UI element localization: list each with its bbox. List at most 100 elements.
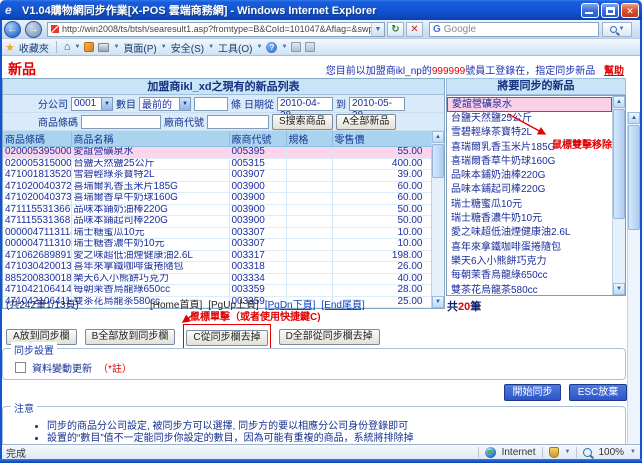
minimize-button[interactable]: [581, 3, 599, 18]
filter-row-2: 商品條碼 廠商代號 S搜索商品 A全部新品: [3, 113, 444, 131]
column-header: 廠商代號: [229, 131, 286, 147]
sync-action-button[interactable]: C從同步欄去掉: [186, 330, 267, 346]
scroll-down-icon[interactable]: ▼: [432, 296, 444, 308]
cell-barcode: 4710200403728: [3, 181, 71, 193]
home-icon[interactable]: ⌂: [64, 41, 71, 53]
address-input[interactable]: http://win2008/ts/btsh/searesult1.asp?fr…: [47, 22, 385, 37]
list-scrollbar[interactable]: ▲ ▼: [612, 96, 625, 295]
chevron-down-icon[interactable]: ▼: [565, 449, 571, 455]
chevron-down-icon[interactable]: ▼: [256, 44, 262, 50]
help-icon[interactable]: ?: [266, 42, 277, 53]
scroll-up-icon[interactable]: ▲: [613, 96, 625, 108]
cell-price: 28.00: [332, 285, 433, 297]
protected-mode-icon[interactable]: [549, 447, 559, 458]
count-input[interactable]: [194, 97, 228, 111]
table-row[interactable]: 4710200403728喜瑞爾乳香玉米片185G00390060.00: [3, 181, 433, 193]
table-row[interactable]: 4710421064142每朝茉香烏龍綠650cc00335928.00: [3, 285, 433, 297]
all-products-button[interactable]: A全部新品: [336, 114, 397, 130]
scroll-up-icon[interactable]: ▲: [432, 131, 444, 143]
scroll-up-icon[interactable]: ▲: [628, 112, 640, 124]
chevron-down-icon[interactable]: ▼: [208, 44, 214, 50]
table-row[interactable]: 4710304200131喜年來拿鐵咖啡蛋捲隨包00331826.00: [3, 262, 433, 274]
messenger-icon[interactable]: [291, 42, 301, 52]
address-dropdown[interactable]: ▼: [371, 23, 384, 36]
page-menu-button[interactable]: 頁面(P): [123, 40, 156, 55]
back-button[interactable]: ←: [4, 21, 21, 38]
feeds-icon[interactable]: [84, 42, 94, 52]
table-row[interactable]: 4710626898917愛之味超低油煙健康油2.6L003317198.00: [3, 250, 433, 262]
sync-list-item[interactable]: 台鹽天然鹽25公斤: [447, 112, 612, 126]
vendor-input[interactable]: [207, 115, 269, 129]
help-link[interactable]: 幫助: [604, 66, 624, 77]
count-select[interactable]: 最前的 ▼: [139, 97, 191, 111]
scroll-down-icon[interactable]: ▼: [613, 283, 625, 295]
barcode-input[interactable]: [81, 115, 161, 129]
search-go-button[interactable]: ▼: [602, 22, 632, 37]
forward-button[interactable]: →: [25, 21, 42, 38]
sync-list-item[interactable]: 每朝茉香烏龍綠650cc: [447, 269, 612, 283]
zoom-level[interactable]: 100%: [598, 447, 624, 458]
separator: [56, 41, 57, 53]
refresh-button[interactable]: ↻: [387, 22, 404, 37]
sync-list-item[interactable]: 雙茶花烏龍茶580cc: [447, 284, 612, 296]
stop-button[interactable]: ✕: [406, 22, 423, 37]
table-row[interactable]: 4710200403735喜瑞爾香草牛奶球160G00390060.00: [3, 193, 433, 205]
date-to-input[interactable]: 2010-05-28: [349, 97, 405, 111]
sync-list-item[interactable]: 愛之味超低油煙健康油2.6L: [447, 226, 612, 240]
chevron-down-icon[interactable]: ▼: [75, 44, 81, 50]
data-update-checkbox[interactable]: [15, 362, 26, 373]
date-to-label: 到: [336, 96, 346, 111]
sync-list-item[interactable]: 瑞士糖香濃牛奶10元: [447, 212, 612, 226]
safety-menu-button[interactable]: 安全(S): [171, 40, 204, 55]
branch-select[interactable]: 0001 ▼: [71, 97, 113, 111]
sync-list-item[interactable]: 樂天6入小熊餅巧克力: [447, 255, 612, 269]
cell-spec: [286, 193, 332, 205]
chevron-down-icon: ▼: [619, 26, 625, 32]
scroll-thumb[interactable]: [628, 125, 640, 230]
sync-list-item[interactable]: 瑞士糖蜜瓜10元: [447, 198, 612, 212]
close-button[interactable]: ✕: [621, 3, 639, 18]
scroll-thumb[interactable]: [432, 144, 444, 178]
sync-list-item[interactable]: 愛誼營礦泉水: [447, 97, 612, 112]
favorites-button[interactable]: 收藏夾: [19, 40, 49, 55]
sync-listbox[interactable]: 愛誼營礦泉水台鹽天然鹽25公斤雪碧輕綠茶寶特2L喜瑞爾乳香玉米片185G喜瑞爾香…: [446, 95, 626, 296]
date-from-input[interactable]: 2010-04-28: [277, 97, 333, 111]
chevron-down-icon[interactable]: ▼: [281, 44, 287, 50]
cell-spec: [286, 239, 332, 251]
table-row[interactable]: 4711155313681品味本鋪起司棒220G00390050.00: [3, 216, 433, 228]
sync-list-item[interactable]: 品味本鋪奶油棒220G: [447, 169, 612, 183]
search-input[interactable]: G Google: [429, 22, 599, 37]
sync-action-button[interactable]: D全部從同步欄去掉: [279, 329, 380, 345]
zone-label: Internet: [502, 447, 536, 458]
table-row[interactable]: 4710018135200雪碧輕綠茶寶特2L00390739.00: [3, 170, 433, 182]
chevron-down-icon[interactable]: ▼: [113, 44, 119, 50]
sync-list-item[interactable]: 喜瑞爾香草牛奶球160G: [447, 155, 612, 169]
start-sync-button[interactable]: 開始同步: [504, 384, 561, 401]
cell-spec: [286, 147, 332, 159]
table-row[interactable]: 4711155313667品味本鋪奶油棒220G00390050.00: [3, 204, 433, 216]
double-click-annotation: 鼠標雙擊移除: [552, 136, 612, 151]
page-link[interactable]: [End尾頁]: [321, 300, 364, 311]
chevron-down-icon[interactable]: ▼: [630, 449, 636, 455]
sync-action-button[interactable]: B全部放到同步欄: [85, 329, 176, 345]
search-products-button[interactable]: S搜索商品: [272, 114, 333, 130]
table-scrollbar[interactable]: ▲ ▼: [431, 131, 444, 308]
table-row[interactable]: 0000047113107瑞士糖香濃牛奶10元00330710.00: [3, 239, 433, 251]
action-button-row: A放到同步欄B全部放到同步欄C從同步欄去掉D全部從同步欄去掉: [6, 324, 380, 349]
table-row[interactable]: 0200053950004愛誼營礦泉水00539555.00: [3, 147, 433, 159]
sync-list-item[interactable]: 品味本鋪起司棒220G: [447, 183, 612, 197]
extra-tool-icon[interactable]: [305, 42, 315, 52]
table-row[interactable]: 0200053150008台鹽天然鹽25公斤005315400.00: [3, 158, 433, 170]
table-row[interactable]: 8852008300185樂天6入小熊餅巧克力00333440.00: [3, 273, 433, 285]
print-icon[interactable]: [98, 43, 109, 52]
page-scrollbar[interactable]: ▲ ▼: [627, 112, 640, 444]
table-row[interactable]: 0000047113114瑞士糖蜜瓜10元00330710.00: [3, 227, 433, 239]
esc-cancel-button[interactable]: ESC放棄: [569, 384, 627, 401]
scroll-thumb[interactable]: [613, 109, 625, 219]
cell-price: 55.00: [332, 147, 433, 159]
maximize-button[interactable]: [601, 3, 619, 18]
tools-menu-button[interactable]: 工具(O): [218, 40, 252, 55]
chevron-down-icon[interactable]: ▼: [161, 44, 167, 50]
sync-list-item[interactable]: 喜年來拿鐵咖啡蛋捲隨包: [447, 241, 612, 255]
cell-spec: [286, 227, 332, 239]
